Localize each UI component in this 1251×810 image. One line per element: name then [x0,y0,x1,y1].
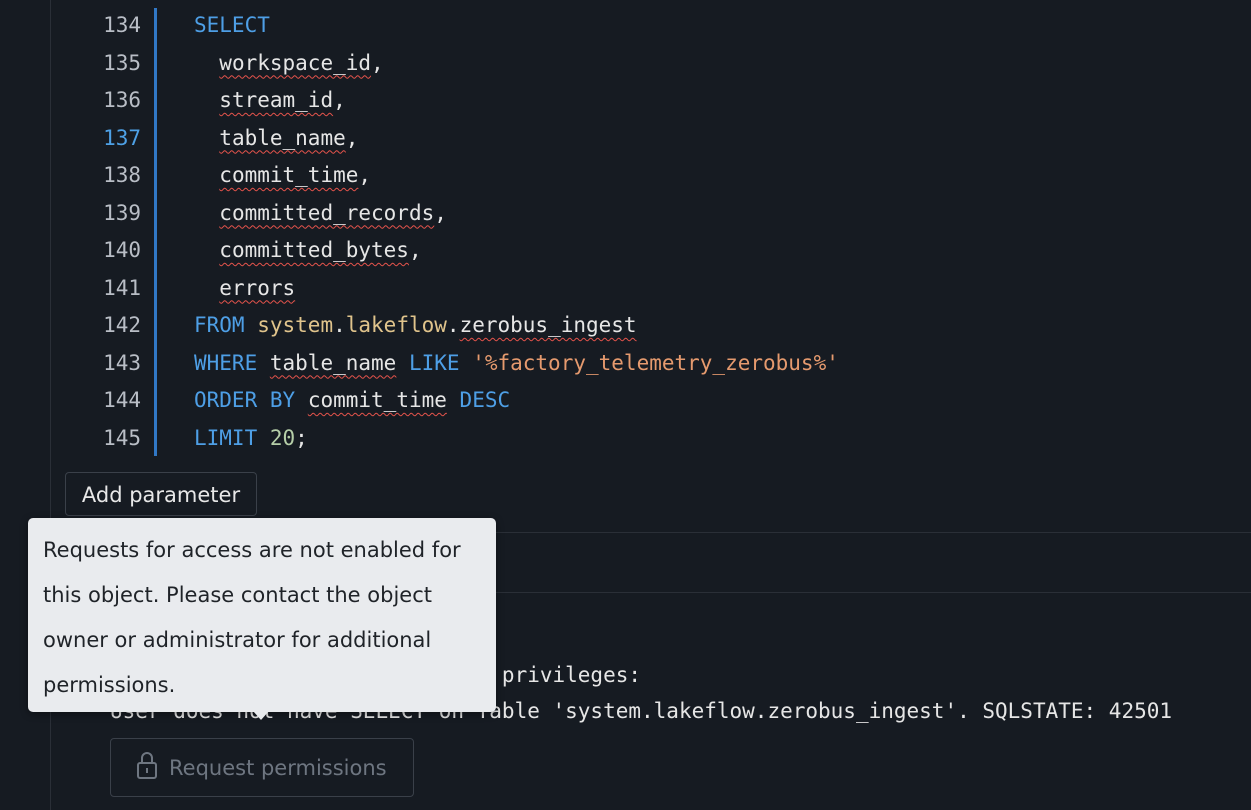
request-permissions-button[interactable]: Request permissions [110,738,414,797]
code-token: ORDER BY [194,388,296,412]
request-permissions-label: Request permissions [169,755,387,780]
code-line[interactable]: 138 commit_time, [51,157,1251,194]
line-number: 141 [103,275,141,300]
code-token: , [371,50,384,75]
code-token: stream_id [219,88,334,112]
code-line[interactable]: 142 FROM system.lakeflow.zerobus_ingest [51,307,1251,344]
code-token: . [446,313,460,337]
line-number: 145 [103,425,141,450]
line-number: 134 [103,13,141,37]
code-line[interactable]: 145 LIMIT 20; [51,420,1251,457]
code-text[interactable]: commit_time, [194,157,371,194]
tooltip-line: owner or administrator for additional [43,628,432,652]
code-token: LIMIT [194,425,258,450]
code-text[interactable]: FROM system.lakeflow.zerobus_ingest [194,307,637,344]
code-text[interactable]: committed_records, [194,195,447,232]
add-parameter-button[interactable]: Add parameter [65,472,257,516]
code-token: LIKE [408,350,460,375]
code-token: ; [295,425,308,450]
code-text[interactable]: table_name, [194,120,358,157]
code-token: system [257,313,334,337]
code-token: workspace_id [219,50,372,75]
code-line[interactable]: 139 committed_records, [51,195,1251,232]
code-text[interactable]: workspace_id, [194,45,384,82]
code-line[interactable]: 136 stream_id, [51,82,1251,119]
code-token: commit_time [307,388,447,412]
tooltip-arrow [253,711,269,720]
lock-icon [135,750,159,785]
code-line[interactable]: 140 committed_bytes, [51,232,1251,269]
code-token: , [434,200,447,225]
tooltip-line: permissions. [43,673,176,697]
code-text[interactable]: stream_id, [194,82,346,119]
line-number: 139 [103,200,141,225]
line-number: 144 [103,388,141,412]
code-text[interactable]: WHERE table_name LIKE '%factory_telemetr… [194,345,839,382]
line-number: 142 [103,313,141,337]
code-token: DESC [459,388,511,412]
code-token: committed_records [219,200,435,225]
code-token: , [358,163,372,187]
code-token: 20 [269,425,296,450]
line-number: 143 [103,350,141,375]
tooltip-line: this object. Please contact the object [43,583,432,607]
code-line[interactable]: 144 ORDER BY commit_time DESC [51,382,1251,419]
code-token: , [408,238,422,262]
code-token: WHERE [194,350,258,375]
code-line[interactable]: 135 workspace_id, [51,45,1251,82]
code-token: committed_bytes [219,238,409,262]
code-token: FROM [194,313,245,337]
code-line[interactable]: 134 SELECT [51,7,1251,44]
code-token: , [345,125,359,150]
line-number: 140 [103,238,141,262]
code-token: errors [219,275,296,300]
line-number: 136 [103,88,141,112]
line-number: 135 [103,50,141,75]
code-text[interactable]: committed_bytes, [194,232,422,269]
code-token: zerobus_ingest [459,313,637,337]
code-text[interactable]: SELECT [194,7,270,44]
code-token: table_name [269,350,397,375]
code-text[interactable]: LIMIT 20; [194,420,308,457]
code-token: lakeflow [345,313,447,337]
code-token: commit_time [219,163,359,187]
code-token: , [333,88,346,112]
code-line[interactable]: 137 table_name, [51,120,1251,157]
code-token: SELECT [194,13,270,37]
code-token: '%factory_telemetry_zerobus%' [472,350,839,375]
line-number: 138 [103,163,141,187]
code-token: table_name [219,125,346,150]
sql-code-editor[interactable]: 134 SELECT 135 workspace_id, 136 stream_id,… [51,0,1251,470]
line-number: 137 [103,125,141,150]
code-line[interactable]: 141 errors [51,270,1251,307]
code-text[interactable]: ORDER BY commit_time DESC [194,382,510,419]
code-text[interactable]: errors [194,270,295,307]
permission-tooltip: Requests for access are not enabled for … [28,518,496,712]
code-token: . [333,313,346,337]
tooltip-line: Requests for access are not enabled for [43,538,461,562]
code-line[interactable]: 143 WHERE table_name LIKE '%factory_telem… [51,345,1251,382]
